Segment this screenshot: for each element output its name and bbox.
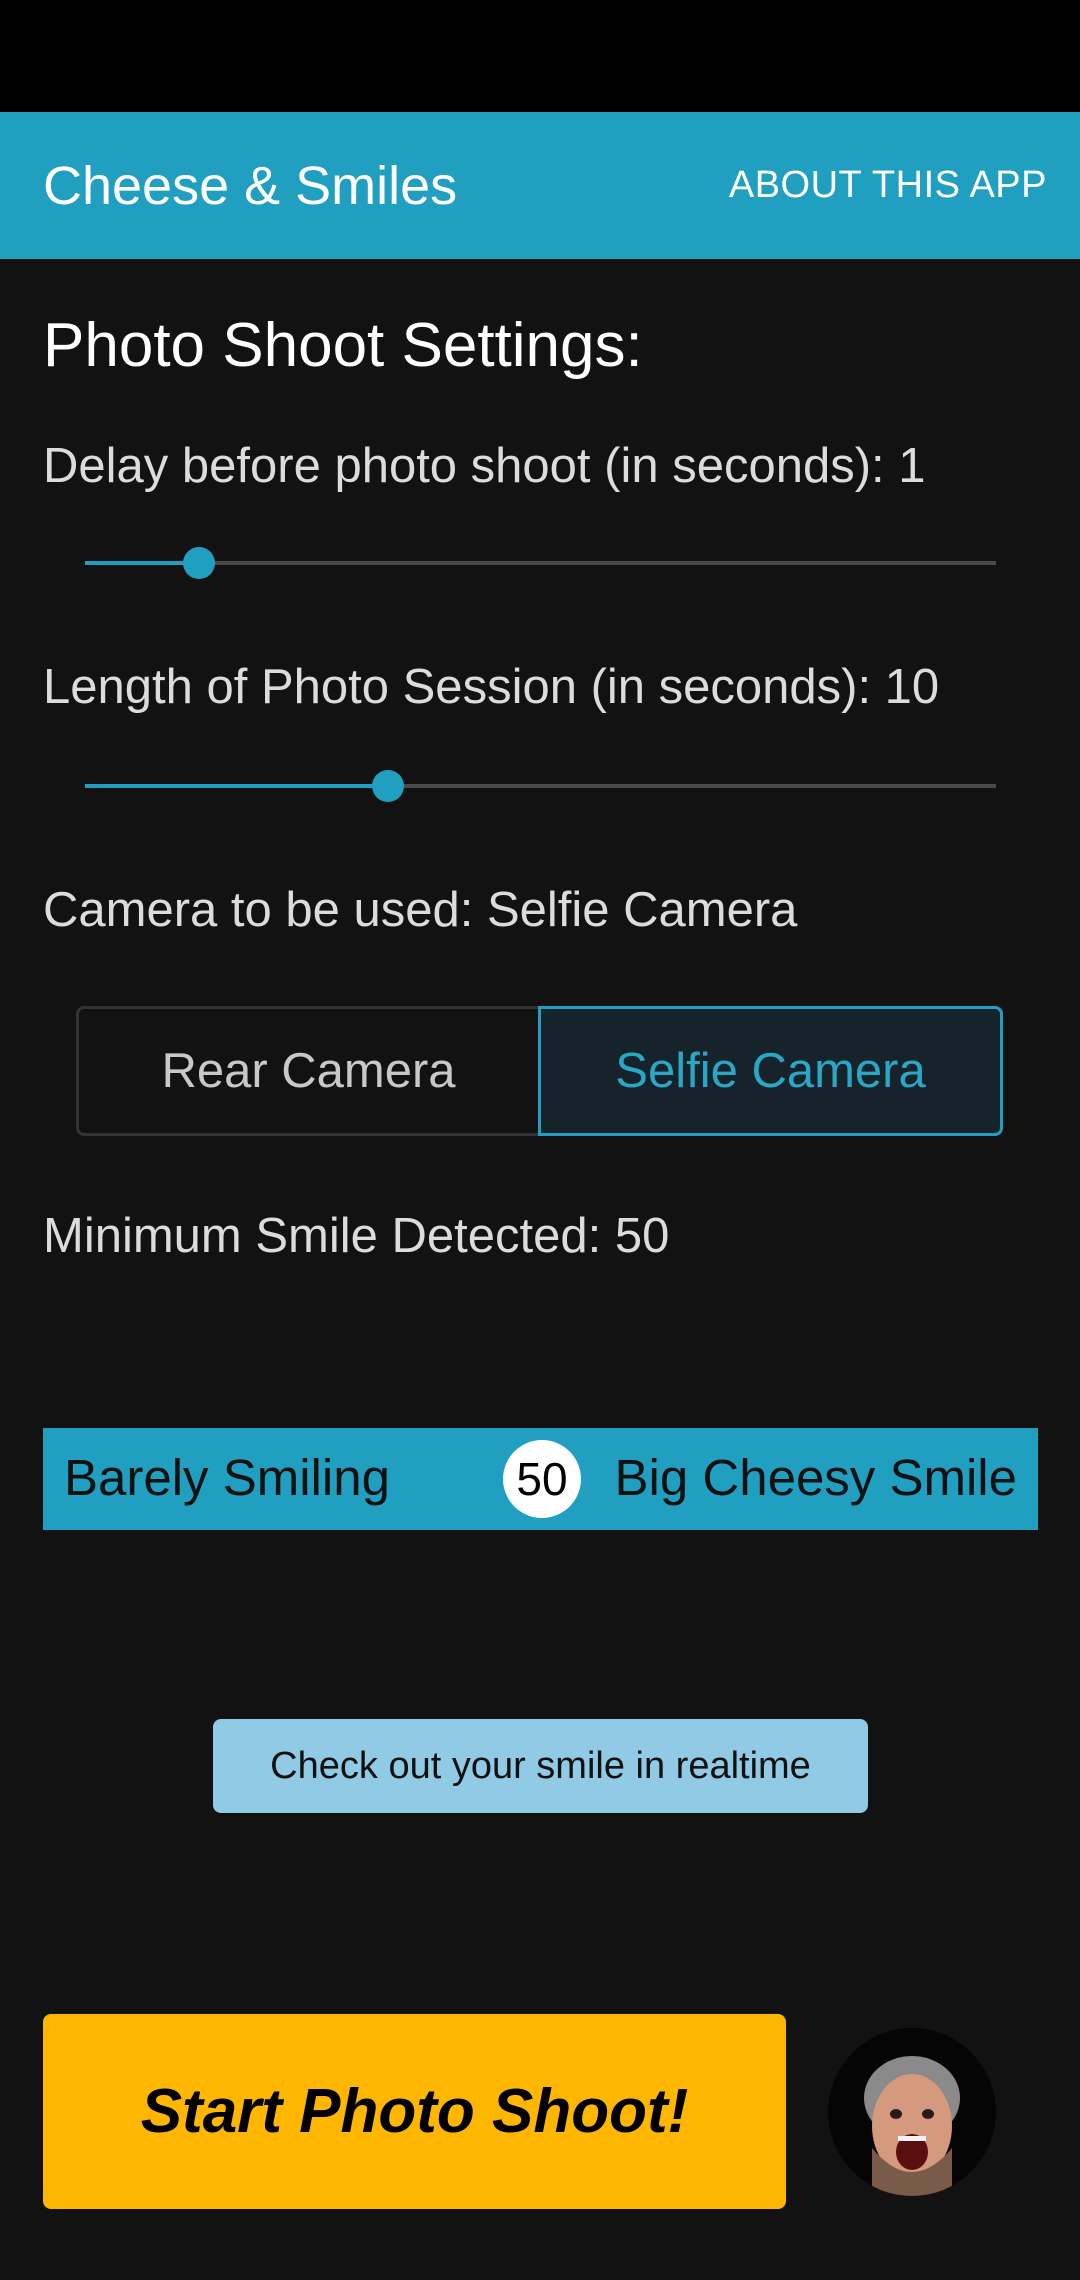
session-length-label: Length of Photo Session (in seconds): 10 bbox=[43, 660, 940, 714]
smiling-face-photo-icon bbox=[828, 2028, 996, 2196]
slider-thumb[interactable] bbox=[372, 770, 405, 802]
slider-fill bbox=[85, 784, 389, 788]
smile-low-label: Barely Smiling bbox=[64, 1449, 390, 1506]
min-smile-label: Minimum Smile Detected: 50 bbox=[43, 1209, 670, 1263]
slider-thumb[interactable] bbox=[182, 547, 215, 579]
selfie-camera-button[interactable]: Selfie Camera bbox=[538, 1006, 1003, 1136]
delay-label: Delay before photo shoot (in seconds): 1 bbox=[43, 439, 926, 493]
smile-value-thumb[interactable]: 50 bbox=[503, 1440, 581, 1518]
slider-fill bbox=[85, 561, 199, 565]
app-title: Cheese & Smiles bbox=[43, 156, 458, 216]
smile-threshold-slider[interactable]: Barely Smiling 50 Big Cheesy Smile bbox=[43, 1428, 1038, 1530]
slider-track bbox=[85, 561, 996, 565]
settings-heading: Photo Shoot Settings: bbox=[43, 311, 643, 380]
delay-slider[interactable] bbox=[85, 543, 996, 583]
rear-camera-button[interactable]: Rear Camera bbox=[76, 1006, 538, 1136]
camera-label: Camera to be used: Selfie Camera bbox=[43, 883, 798, 937]
realtime-smile-button[interactable]: Check out your smile in realtime bbox=[213, 1719, 868, 1813]
status-bar bbox=[0, 0, 1080, 112]
session-length-slider[interactable] bbox=[85, 766, 996, 806]
camera-toggle-group: Rear Camera Selfie Camera bbox=[76, 1006, 1003, 1136]
about-this-app-button[interactable]: ABOUT THIS APP bbox=[729, 160, 1047, 210]
smile-high-label: Big Cheesy Smile bbox=[614, 1449, 1018, 1506]
avatar[interactable] bbox=[828, 2028, 996, 2196]
start-photo-shoot-button[interactable]: Start Photo Shoot! bbox=[43, 2014, 786, 2209]
